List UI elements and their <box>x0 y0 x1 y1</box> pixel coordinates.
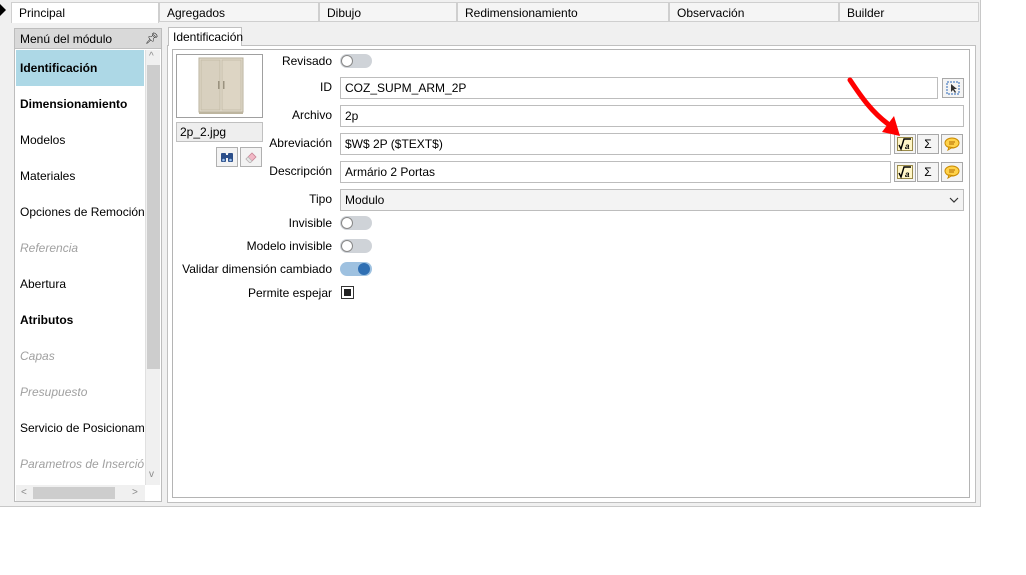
abreviacion-field[interactable]: $W$ 2P ($TEXT$) <box>340 133 891 155</box>
horizontal-scroll-thumb[interactable] <box>33 487 115 499</box>
tab-redimensionamiento[interactable]: Redimensionamiento <box>457 2 669 22</box>
tipo-label: Tipo <box>309 192 332 206</box>
tab-principal[interactable]: Principal <box>11 2 159 23</box>
subtab-identificacion[interactable]: Identificación <box>168 27 243 46</box>
tab-builder[interactable]: Builder <box>839 2 979 22</box>
tab-observacion[interactable]: Observación <box>669 2 839 22</box>
id-pick-button[interactable] <box>942 78 964 98</box>
abreviacion-sum-button[interactable]: Σ <box>917 134 939 154</box>
abreviacion-label: Abreviación <box>269 136 332 150</box>
scroll-left-icon[interactable]: < <box>21 487 27 498</box>
invisible-label: Invisible <box>288 216 332 230</box>
modelo-invisible-label: Modelo invisible <box>246 239 332 253</box>
formula-icon: a <box>897 165 913 179</box>
pin-icon[interactable]: 📌︎ <box>145 32 159 45</box>
menu-item-capas[interactable]: Capas <box>16 338 144 374</box>
tipo-selected-value: Modulo <box>345 193 385 207</box>
descripcion-sum-button[interactable]: Σ <box>917 162 939 182</box>
menu-item-servicio-posicionamiento[interactable]: Servicio de Posicionamiento <box>16 410 144 446</box>
permite-espejar-label: Permite espejar <box>247 286 332 300</box>
top-left-marker-icon <box>0 4 6 16</box>
archivo-label: Archivo <box>291 108 332 122</box>
menu-item-presupuesto[interactable]: Presupuesto <box>16 374 144 410</box>
permite-espejar-checkbox[interactable] <box>341 286 354 299</box>
descripcion-label: Descripción <box>269 164 332 178</box>
menu-item-abertura[interactable]: Abertura <box>16 266 144 302</box>
module-menu-title: Menú del módulo <box>15 29 161 49</box>
modelo-invisible-toggle[interactable] <box>340 239 372 253</box>
menu-item-opciones-remocion[interactable]: Opciones de Remoción <box>16 194 144 230</box>
tab-divider <box>159 21 979 22</box>
select-pointer-icon <box>946 81 960 95</box>
menu-item-parametros-insercion[interactable]: Parametros de Inserción <box>16 446 144 482</box>
vertical-scroll-thumb[interactable] <box>147 65 160 369</box>
validar-dimension-toggle[interactable] <box>340 262 372 276</box>
menu-item-materiales[interactable]: Materiales <box>16 158 144 194</box>
menu-item-dimensionamiento[interactable]: Dimensionamiento <box>16 86 144 122</box>
checkbox-mark <box>344 289 351 296</box>
eraser-icon <box>245 152 257 163</box>
tab-dibujo[interactable]: Dibujo <box>319 2 457 22</box>
descripcion-comment-button[interactable] <box>941 162 963 182</box>
scroll-right-icon[interactable]: > <box>132 487 138 498</box>
menu-item-modelos[interactable]: Modelos <box>16 122 144 158</box>
toggle-knob <box>341 240 353 252</box>
menu-item-referencia[interactable]: Referencia <box>16 230 144 266</box>
scroll-up-icon[interactable]: ^ <box>149 51 154 62</box>
binoculars-icon <box>221 153 233 162</box>
chevron-down-icon <box>949 197 959 203</box>
toggle-knob <box>341 55 353 67</box>
red-annotation-arrow <box>847 77 900 136</box>
svg-text:a: a <box>905 170 910 179</box>
toggle-knob <box>358 263 370 275</box>
module-menu-panel: Menú del módulo 📌︎ Identificación Dimens… <box>14 28 162 502</box>
scroll-down-icon[interactable]: v <box>149 469 154 480</box>
descripcion-field[interactable]: Armário 2 Portas <box>340 161 891 183</box>
menu-horizontal-scrollbar[interactable]: < > <box>16 485 145 501</box>
menu-item-identificacion[interactable]: Identificación <box>16 50 144 86</box>
speech-bubble-icon <box>944 137 960 151</box>
toggle-knob <box>341 217 353 229</box>
tab-agregados[interactable]: Agregados <box>159 2 319 22</box>
revisado-label: Revisado <box>281 54 332 68</box>
speech-bubble-icon <box>944 165 960 179</box>
tipo-select[interactable]: Modulo <box>340 189 964 211</box>
descripcion-formula-button[interactable]: a <box>894 162 916 182</box>
abreviacion-comment-button[interactable] <box>941 134 963 154</box>
invisible-toggle[interactable] <box>340 216 372 230</box>
id-label: ID <box>320 80 332 94</box>
validar-dimension-label: Validar dimensión cambiado <box>182 262 332 276</box>
revisado-toggle[interactable] <box>340 54 372 68</box>
menu-vertical-scrollbar[interactable]: ^ v <box>145 50 160 485</box>
menu-item-atributos[interactable]: Atributos <box>16 302 144 338</box>
